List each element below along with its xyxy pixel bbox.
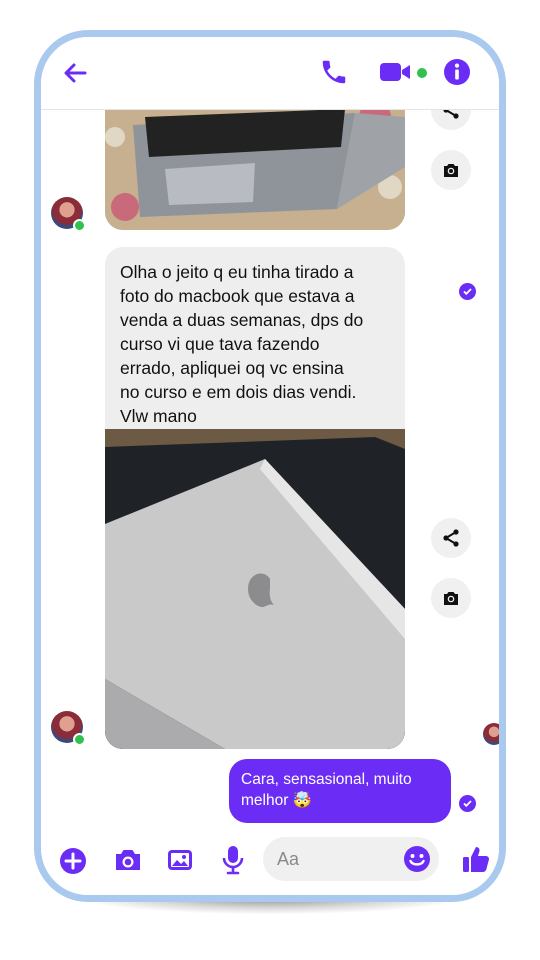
- back-arrow-icon[interactable]: [61, 59, 89, 87]
- plus-icon[interactable]: [59, 847, 87, 875]
- outgoing-message[interactable]: Cara, sensasional, muito melhor 🤯: [229, 759, 451, 823]
- incoming-message[interactable]: Olha o jeito q eu tinha tirado a foto do…: [105, 247, 405, 749]
- info-icon[interactable]: [443, 58, 471, 86]
- camera-button-2[interactable]: [431, 578, 471, 618]
- camera-icon[interactable]: [113, 846, 143, 874]
- emoji-icon[interactable]: [403, 845, 431, 873]
- gallery-icon[interactable]: [166, 846, 194, 874]
- chat-header: [41, 37, 499, 110]
- macbook-photo-image: [105, 429, 405, 749]
- laptop-photo-1-image: [105, 97, 405, 230]
- online-indicator: [73, 733, 86, 746]
- camera-icon: [444, 592, 458, 605]
- read-receipt-icon: [459, 283, 476, 300]
- laptop-photo-1[interactable]: [105, 97, 405, 230]
- read-receipt-icon: [459, 795, 476, 812]
- seen-avatar: [483, 723, 499, 745]
- online-indicator: [73, 219, 86, 232]
- share-button-2[interactable]: [431, 518, 471, 558]
- phone-frame: Olha o jeito q eu tinha tirado a foto do…: [34, 30, 506, 902]
- message-input-placeholder: Aa: [277, 849, 300, 869]
- message-composer: Aa: [41, 825, 499, 895]
- video-call-icon[interactable]: [379, 61, 413, 83]
- like-icon[interactable]: [461, 843, 491, 875]
- phone-call-icon[interactable]: [319, 57, 349, 87]
- camera-button-1[interactable]: [431, 150, 471, 190]
- message-input[interactable]: Aa: [263, 837, 439, 881]
- message-thread[interactable]: Olha o jeito q eu tinha tirado a foto do…: [41, 37, 499, 895]
- active-status-dot: [417, 68, 427, 78]
- mic-icon[interactable]: [221, 844, 245, 876]
- camera-icon: [444, 164, 458, 177]
- message-text: Olha o jeito q eu tinha tirado a foto do…: [120, 262, 364, 426]
- outgoing-message-text: Cara, sensasional, muito melhor 🤯: [241, 771, 412, 809]
- macbook-photo[interactable]: [105, 429, 405, 749]
- share-icon: [443, 529, 459, 547]
